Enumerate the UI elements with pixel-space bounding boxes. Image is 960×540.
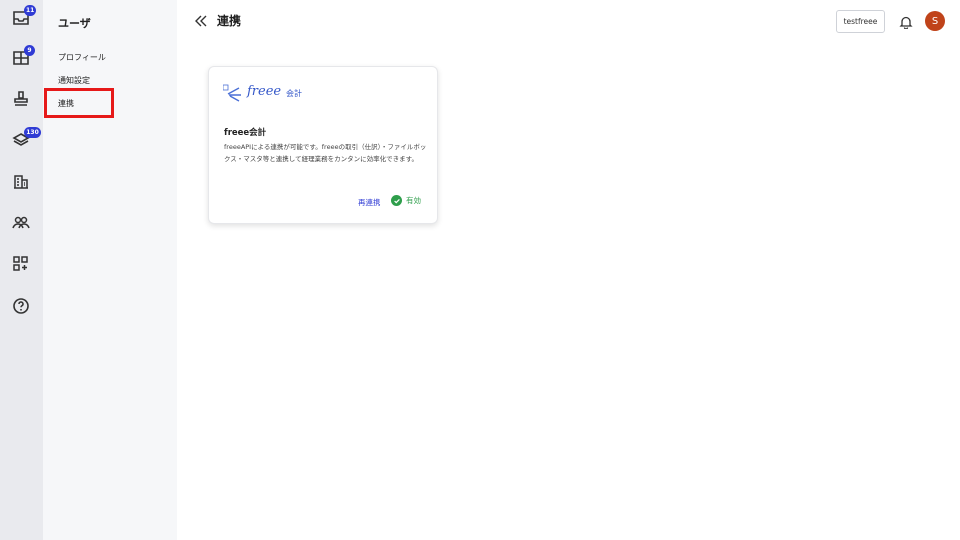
apps-add-icon [12,255,30,277]
card-title: freee会計 [224,128,267,138]
status-label: 有効 [406,196,421,205]
icon-rail: 11 9 130 [0,0,43,540]
status-badge: 有効 [391,195,421,206]
rail-item-dashboard[interactable]: 9 [8,45,35,73]
team-icon [12,214,30,236]
app-root: 11 9 130 ユーザ プロフィール 通知設定 連携 連携 testfreee… [0,0,960,540]
rail-item-team[interactable] [8,212,34,238]
rail-item-apps[interactable] [8,253,34,279]
page-title: 連携 [217,14,242,28]
logo-suffix: 会計 [286,89,302,98]
active-item-highlight [44,88,114,118]
layers-badge: 130 [24,127,41,138]
building-icon [12,173,30,195]
card-description: freeeAPIによる連携が可能です。freeeの取引（仕訳）・ファイルボックス… [224,143,427,163]
collapse-sidebar-icon[interactable] [193,13,209,29]
user-settings-sidebar: ユーザ プロフィール 通知設定 連携 [43,0,177,540]
logo-wordmark: freee [247,84,282,99]
rail-item-inbox[interactable]: 11 [8,5,37,33]
bell-icon[interactable] [899,14,913,30]
reconnect-link[interactable]: 再連携 [358,197,381,208]
rail-item-layers[interactable]: 130 [8,127,41,155]
check-circle-icon [391,195,402,206]
sidebar-item-profile[interactable]: プロフィール [58,52,106,63]
stamp-icon [12,90,30,112]
user-avatar[interactable]: S [925,11,945,31]
rail-item-company[interactable] [8,171,34,197]
tenant-switcher-button[interactable]: testfreee [836,10,885,33]
inbox-badge: 11 [24,5,37,16]
rail-item-stamp[interactable] [8,88,34,114]
help-icon [12,297,30,319]
sidebar-title: ユーザ [58,17,91,30]
rail-item-help[interactable] [8,295,34,321]
sidebar-item-notifications[interactable]: 通知設定 [58,75,90,86]
freee-integration-card: freee 会計 freee会計 freeeAPIによる連携が可能です。free… [208,66,438,224]
freee-logo: freee 会計 [222,82,313,104]
dashboard-badge: 9 [24,45,35,56]
